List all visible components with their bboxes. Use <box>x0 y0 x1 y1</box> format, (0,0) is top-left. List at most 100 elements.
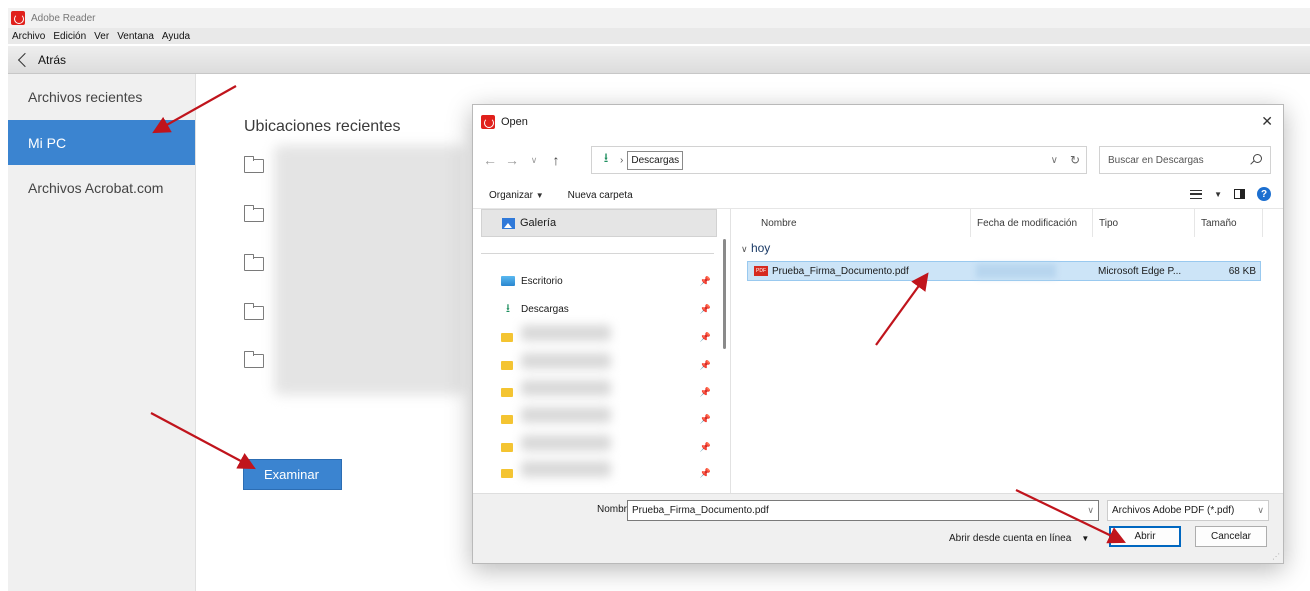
sidebar-item-label: Archivos recientes <box>28 89 143 105</box>
folder-icon <box>244 205 264 222</box>
forward-nav-icon[interactable]: → <box>501 152 523 168</box>
nav-scrollbar[interactable] <box>723 239 726 349</box>
back-button[interactable]: Atrás <box>38 53 66 67</box>
recent-location[interactable] <box>244 155 264 177</box>
menu-bar: Archivo Edición Ver Ventana Ayuda <box>8 28 1310 44</box>
open-file-dialog: Open ✕ ← → ∨ ↑ ⭳ › Descargas ∨ ↻ Buscar … <box>472 104 1284 564</box>
recent-location[interactable] <box>244 350 264 372</box>
chevron-down-icon: ∨ <box>741 244 748 254</box>
close-icon[interactable]: ✕ <box>1261 113 1273 130</box>
folder-icon <box>244 254 264 271</box>
recent-dropdown-icon[interactable]: ∨ <box>523 155 545 166</box>
folder-icon <box>501 442 513 452</box>
nav-divider <box>481 253 714 254</box>
search-placeholder: Buscar en Descargas <box>1108 154 1204 166</box>
open-button[interactable]: Abrir <box>1109 526 1181 547</box>
open-from-online-account-button[interactable]: Abrir desde cuenta en línea ▼ <box>949 528 1089 548</box>
folder-icon <box>501 360 513 370</box>
gallery-icon <box>502 217 515 229</box>
file-name: Prueba_Firma_Documento.pdf <box>772 265 909 277</box>
view-options-icon[interactable] <box>1190 189 1203 199</box>
nav-item-label: Galería <box>520 217 557 229</box>
breadcrumb-separator-icon: › <box>620 154 624 166</box>
up-nav-icon[interactable]: ↑ <box>545 152 567 168</box>
sidebar-item-label: Mi PC <box>28 134 67 151</box>
redacted-recent-list <box>274 145 464 395</box>
file-name-value: Prueba_Firma_Documento.pdf <box>632 505 769 516</box>
menu-edicion[interactable]: Edición <box>53 31 86 42</box>
recent-location[interactable] <box>244 302 264 324</box>
browse-button[interactable]: Examinar <box>243 459 342 490</box>
new-folder-button[interactable]: Nueva carpeta <box>568 190 633 201</box>
pin-icon[interactable]: 📌 <box>700 387 711 398</box>
address-bar-row: ← → ∨ ↑ ⭳ › Descargas ∨ ↻ Buscar en Desc… <box>473 145 1283 175</box>
chevron-down-icon[interactable]: ∨ <box>1051 155 1058 166</box>
pin-icon[interactable]: 📌 <box>700 304 711 315</box>
pdf-file-icon: PDF <box>754 266 768 276</box>
dialog-title-bar: Open ✕ <box>473 105 1283 139</box>
adobe-pdf-icon <box>481 115 495 129</box>
redacted-file-date <box>976 264 1056 278</box>
title-bar: Adobe Reader <box>8 8 1310 28</box>
search-icon[interactable] <box>1253 154 1262 163</box>
sidebar-item-recent[interactable]: Archivos recientes <box>8 74 195 120</box>
recent-location[interactable] <box>244 253 264 275</box>
file-name-input[interactable]: Prueba_Firma_Documento.pdf ∨ <box>627 500 1099 521</box>
caret-down-icon: ▼ <box>535 191 544 200</box>
menu-ver[interactable]: Ver <box>94 31 109 42</box>
sidebar-item-acrobat-com[interactable]: Archivos Acrobat.com <box>8 165 195 210</box>
file-type-filter[interactable]: Archivos Adobe PDF (*.pdf) ∨ <box>1107 500 1269 521</box>
group-header-today[interactable]: ∨ hoy <box>741 241 770 255</box>
redacted-folder-name <box>521 353 611 369</box>
redacted-folder-name <box>521 380 611 396</box>
help-icon[interactable]: ? <box>1257 187 1271 201</box>
menu-ayuda[interactable]: Ayuda <box>162 31 190 42</box>
back-arrow-icon[interactable] <box>17 52 33 67</box>
nav-item-gallery[interactable]: Galería <box>481 209 717 237</box>
sidebar: Archivos recientes Mi PC Archivos Acroba… <box>8 74 196 591</box>
nav-item-desktop[interactable]: Escritorio 📌 <box>501 271 715 291</box>
open-online-label: Abrir desde cuenta en línea <box>949 532 1072 544</box>
file-size: 68 KB <box>1228 265 1256 277</box>
pin-icon[interactable]: 📌 <box>700 360 711 371</box>
download-icon: ⭳ <box>505 300 511 315</box>
search-input[interactable]: Buscar en Descargas <box>1099 146 1271 174</box>
pin-icon[interactable]: 📌 <box>700 414 711 425</box>
folder-icon <box>501 468 513 478</box>
refresh-icon[interactable]: ↻ <box>1070 153 1080 167</box>
view-controls: ▼ ? <box>1190 187 1271 201</box>
nav-item-downloads[interactable]: ⭳ Descargas 📌 <box>501 299 715 319</box>
back-nav-icon[interactable]: ← <box>479 152 501 168</box>
column-header-type[interactable]: Tipo <box>1093 209 1195 237</box>
cancel-button[interactable]: Cancelar <box>1195 526 1267 547</box>
chevron-down-icon[interactable]: ∨ <box>1087 505 1094 516</box>
nav-item-label: Escritorio <box>521 275 563 287</box>
folder-icon <box>244 351 264 368</box>
pin-icon[interactable]: 📌 <box>700 276 711 287</box>
pin-icon[interactable]: 📌 <box>700 468 711 479</box>
navigation-pane: Galería Escritorio 📌 ⭳ Descargas 📌 📌 📌 📌… <box>473 209 731 499</box>
recent-location[interactable] <box>244 204 264 226</box>
redacted-folder-name <box>521 435 611 451</box>
dialog-footer: Nombre: Prueba_Firma_Documento.pdf ∨ Arc… <box>473 493 1283 563</box>
dialog-title: Open <box>501 116 528 128</box>
menu-ventana[interactable]: Ventana <box>117 31 154 42</box>
organize-button[interactable]: Organizar ▼ <box>489 190 544 201</box>
address-bar[interactable]: ⭳ › Descargas ∨ ↻ <box>591 146 1087 174</box>
preview-pane-icon[interactable] <box>1234 189 1245 199</box>
pin-icon[interactable]: 📌 <box>700 332 711 343</box>
resize-grip-icon[interactable]: ⋰ <box>1272 552 1280 561</box>
file-type: Microsoft Edge P... <box>1098 265 1182 277</box>
pin-icon[interactable]: 📌 <box>700 442 711 453</box>
caret-down-icon[interactable]: ▼ <box>1214 190 1222 199</box>
sidebar-item-label: Archivos Acrobat.com <box>28 179 164 196</box>
column-header-name[interactable]: Nombre <box>735 209 971 237</box>
command-bar: Organizar ▼ Nueva carpeta ▼ ? <box>473 183 1283 209</box>
column-header-modified[interactable]: Fecha de modificación <box>971 209 1093 237</box>
file-row-selected[interactable]: PDF Prueba_Firma_Documento.pdf Microsoft… <box>747 261 1261 281</box>
sidebar-item-my-pc[interactable]: Mi PC <box>8 120 195 165</box>
column-header-size[interactable]: Tamaño <box>1195 209 1263 237</box>
breadcrumb-descargas[interactable]: Descargas <box>627 150 684 170</box>
menu-archivo[interactable]: Archivo <box>12 31 45 42</box>
folder-icon <box>244 303 264 320</box>
